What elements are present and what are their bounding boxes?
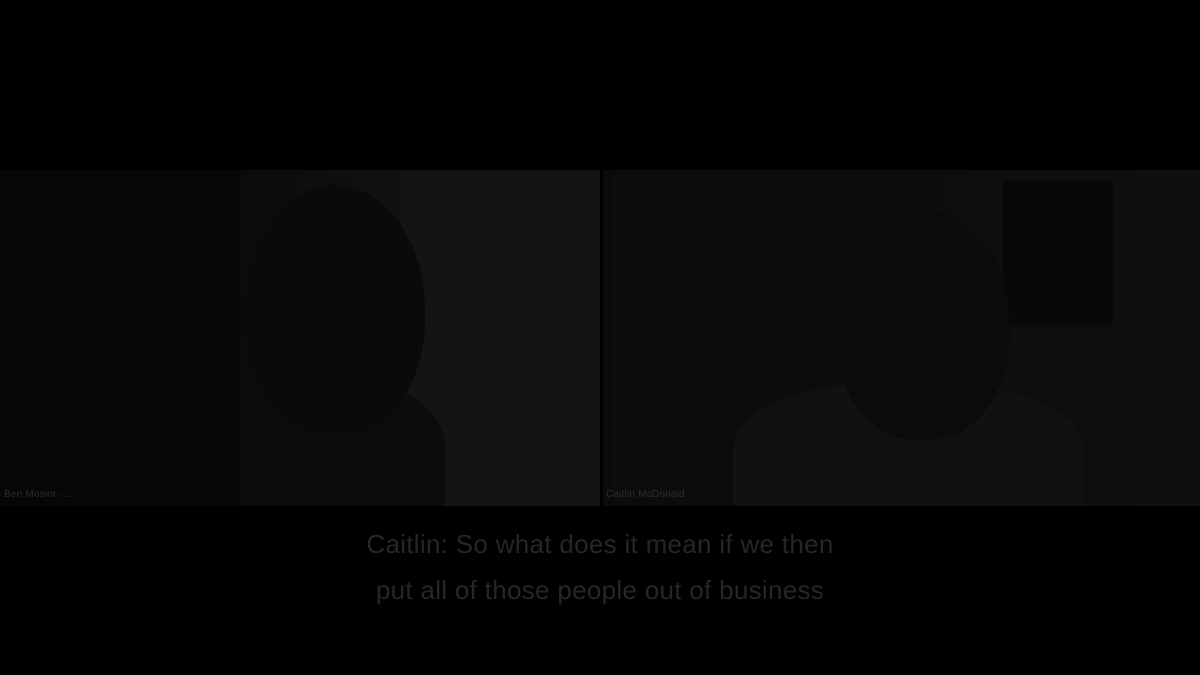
participant-video-tile-caitlin[interactable]: Caitlin McDonald	[603, 170, 1200, 506]
background-wall	[0, 170, 240, 506]
caption-line: put all of those people out of business	[375, 575, 825, 605]
participant-video-tile-ben[interactable]: Ben Mosior -...	[0, 170, 600, 506]
participant-name-label: Ben Mosior -...	[4, 489, 73, 500]
participant-name-label: Caitlin McDonald	[606, 489, 685, 500]
background-picture-frame	[1003, 180, 1113, 325]
participant-head	[835, 210, 1010, 440]
caption-line: Caitlin: So what does it mean if we then	[366, 529, 834, 559]
background-shelf	[613, 170, 723, 506]
video-call-stage: Ben Mosior -... Caitlin McDonald Caitlin…	[0, 0, 1200, 675]
participant-head	[245, 185, 425, 435]
